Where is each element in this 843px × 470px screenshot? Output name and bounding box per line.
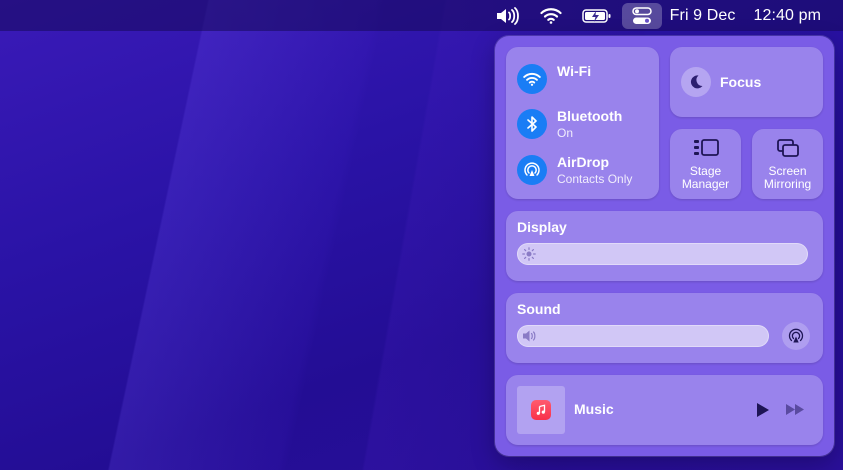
stage-manager-tile[interactable]: Stage Manager (670, 129, 741, 199)
screen-mirroring-label: Screen Mirroring (752, 165, 823, 191)
wifi-toggle[interactable]: Wi-Fi (517, 63, 657, 94)
network-tile: Wi-Fi Bluetooth On AirDrop Contacts Only (506, 47, 659, 199)
display-label: Display (517, 219, 567, 235)
speaker-icon[interactable] (494, 3, 520, 29)
airdrop-icon[interactable] (517, 155, 547, 185)
menubar-time[interactable]: 12:40 pm (753, 7, 821, 25)
control-center-panel: Wi-Fi Bluetooth On AirDrop Contacts Only (495, 36, 834, 456)
screen-mirroring-icon (752, 138, 823, 158)
volume-slider[interactable] (517, 325, 769, 347)
focus-tile[interactable]: Focus (670, 47, 823, 117)
stage-manager-label: Stage Manager (670, 165, 741, 191)
battery-charging-icon[interactable] (581, 3, 612, 29)
menu-bar: Fri 9 Dec 12:40 pm (0, 0, 843, 31)
bluetooth-label: Bluetooth (557, 108, 623, 124)
wifi-icon[interactable] (517, 64, 547, 94)
control-center-icon[interactable] (621, 2, 662, 29)
brightness-slider[interactable] (517, 243, 808, 265)
bluetooth-icon[interactable] (517, 109, 547, 139)
menubar-date[interactable]: Fri 9 Dec (670, 7, 736, 25)
moon-icon (681, 67, 711, 97)
bluetooth-toggle[interactable]: Bluetooth On (517, 108, 657, 140)
sound-tile: Sound (506, 293, 823, 363)
sun-icon (522, 247, 536, 261)
bluetooth-status: On (557, 126, 574, 140)
airplay-icon (788, 328, 804, 343)
music-label: Music (574, 401, 614, 417)
wifi-label: Wi-Fi (557, 63, 592, 79)
stage-manager-label-line2: Manager (681, 177, 730, 191)
music-app-icon (531, 400, 551, 420)
focus-label: Focus (720, 74, 762, 90)
stage-manager-icon (670, 138, 741, 158)
airdrop-status: Contacts Only (557, 172, 633, 186)
speaker-icon (523, 330, 536, 342)
play-icon[interactable] (756, 402, 770, 418)
sound-label: Sound (517, 301, 561, 317)
album-artwork[interactable] (517, 386, 565, 434)
display-tile: Display (506, 211, 823, 281)
wifi-icon[interactable] (540, 3, 562, 29)
screen-mirroring-label-line2: Mirroring (763, 177, 812, 191)
airplay-audio-button[interactable] (782, 322, 810, 350)
now-playing-tile: Music (506, 375, 823, 445)
airdrop-toggle[interactable]: AirDrop Contacts Only (517, 154, 657, 186)
airdrop-label: AirDrop (557, 154, 610, 170)
screen-mirroring-tile[interactable]: Screen Mirroring (752, 129, 823, 199)
fast-forward-icon[interactable] (785, 403, 805, 416)
